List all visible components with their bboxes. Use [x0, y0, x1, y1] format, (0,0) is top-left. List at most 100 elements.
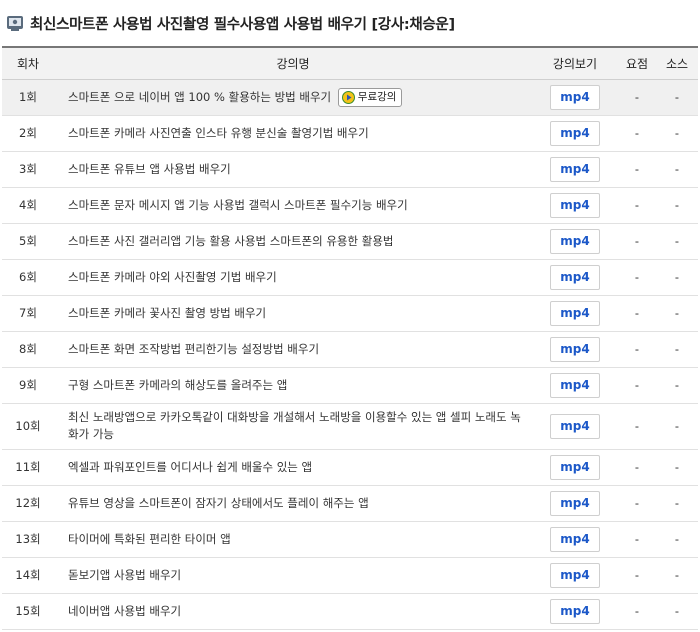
lecture-number: 2회	[2, 115, 54, 152]
view-cell: mp4	[532, 223, 618, 260]
column-header-no: 회차	[2, 46, 54, 80]
table-header-row: 회차 강의명 강의보기 요점 소스	[2, 46, 698, 80]
table-row: 13회 타이머에 특화된 편리한 타이머 앱 mp4 - -	[2, 521, 698, 558]
table-row: 11회 엑셀과 파워포인트를 어디서나 쉽게 배울수 있는 앱 mp4 - -	[2, 449, 698, 486]
mp4-button[interactable]: mp4	[550, 264, 600, 290]
lecture-table: 회차 강의명 강의보기 요점 소스 1회 스마트폰 으로 네이버 앱 100 %…	[2, 46, 698, 630]
play-icon	[341, 90, 355, 104]
source-cell: -	[656, 403, 698, 450]
view-cell: mp4	[532, 331, 618, 368]
mp4-button[interactable]: mp4	[550, 413, 600, 439]
lecture-number: 4회	[2, 187, 54, 224]
lecture-title[interactable]: 스마트폰 화면 조작방법 편리한기능 설정방법 배우기	[54, 331, 532, 368]
free-lecture-label: 무료강의	[357, 90, 397, 103]
lecture-title[interactable]: 유튜브 영상을 스마트폰이 잠자기 상태에서도 플레이 해주는 앱	[54, 485, 532, 522]
lecture-title[interactable]: 스마트폰 으로 네이버 앱 100 % 활용하는 방법 배우기	[68, 90, 331, 104]
mp4-button[interactable]: mp4	[550, 526, 600, 552]
summary-cell: -	[618, 593, 656, 630]
lecture-title[interactable]: 스마트폰 문자 메시지 앱 기능 사용법 갤럭시 스마트폰 필수기능 배우기	[54, 187, 532, 224]
table-row: 14회 돋보기앱 사용법 배우기 mp4 - -	[2, 557, 698, 594]
lecture-title[interactable]: 스마트폰 사진 갤러리앱 기능 활용 사용법 스마트폰의 유용한 활용법	[54, 223, 532, 260]
view-cell: mp4	[532, 79, 618, 116]
summary-cell: -	[618, 295, 656, 332]
source-cell: -	[656, 557, 698, 594]
column-header-view: 강의보기	[532, 46, 618, 80]
source-cell: -	[656, 449, 698, 486]
table-row: 12회 유튜브 영상을 스마트폰이 잠자기 상태에서도 플레이 해주는 앱 mp…	[2, 485, 698, 522]
mp4-button[interactable]: mp4	[550, 192, 600, 218]
source-cell: -	[656, 259, 698, 296]
summary-cell: -	[618, 367, 656, 404]
table-row: 8회 스마트폰 화면 조작방법 편리한기능 설정방법 배우기 mp4 - -	[2, 331, 698, 368]
mp4-button[interactable]: mp4	[550, 598, 600, 624]
lecture-number: 3회	[2, 151, 54, 188]
summary-cell: -	[618, 449, 656, 486]
view-cell: mp4	[532, 151, 618, 188]
summary-cell: -	[618, 485, 656, 522]
source-cell: -	[656, 151, 698, 188]
mp4-button[interactable]: mp4	[550, 84, 600, 110]
source-cell: -	[656, 331, 698, 368]
table-row: 2회 스마트폰 카메라 사진연출 인스타 유행 분신술 촬영기법 배우기 mp4…	[2, 115, 698, 152]
mp4-button[interactable]: mp4	[550, 156, 600, 182]
mp4-button[interactable]: mp4	[550, 490, 600, 516]
free-lecture-button[interactable]: 무료강의	[337, 87, 403, 107]
lecture-number: 12회	[2, 485, 54, 522]
mp4-button[interactable]: mp4	[550, 336, 600, 362]
table-row: 9회 구형 스마트폰 카메라의 해상도를 올려주는 앱 mp4 - -	[2, 367, 698, 404]
table-row: 7회 스마트폰 카메라 꽃사진 촬영 방법 배우기 mp4 - -	[2, 295, 698, 332]
view-cell: mp4	[532, 521, 618, 558]
lecture-number: 15회	[2, 593, 54, 630]
column-header-summary: 요점	[618, 46, 656, 80]
source-cell: -	[656, 521, 698, 558]
table-row: 10회 최신 노래방앱으로 카카오톡같이 대화방을 개설해서 노래방을 이용할수…	[2, 403, 698, 450]
mp4-button[interactable]: mp4	[550, 300, 600, 326]
view-cell: mp4	[532, 403, 618, 450]
view-cell: mp4	[532, 593, 618, 630]
lecture-title[interactable]: 돋보기앱 사용법 배우기	[54, 557, 532, 594]
lecture-title[interactable]: 스마트폰 카메라 사진연출 인스타 유행 분신술 촬영기법 배우기	[54, 115, 532, 152]
table-row: 3회 스마트폰 유튜브 앱 사용법 배우기 mp4 - -	[2, 151, 698, 188]
summary-cell: -	[618, 151, 656, 188]
column-header-title: 강의명	[54, 46, 532, 80]
summary-cell: -	[618, 223, 656, 260]
source-cell: -	[656, 295, 698, 332]
view-cell: mp4	[532, 259, 618, 296]
column-header-source: 소스	[656, 46, 698, 80]
source-cell: -	[656, 223, 698, 260]
lecture-title-cell: 스마트폰 으로 네이버 앱 100 % 활용하는 방법 배우기 무료강의	[54, 79, 532, 116]
summary-cell: -	[618, 187, 656, 224]
view-cell: mp4	[532, 449, 618, 486]
table-row: 4회 스마트폰 문자 메시지 앱 기능 사용법 갤럭시 스마트폰 필수기능 배우…	[2, 187, 698, 224]
lecture-title[interactable]: 네이버앱 사용법 배우기	[54, 593, 532, 630]
lecture-title[interactable]: 최신 노래방앱으로 카카오톡같이 대화방을 개설해서 노래방을 이용할수 있는 …	[54, 403, 532, 450]
lecture-number: 8회	[2, 331, 54, 368]
summary-cell: -	[618, 521, 656, 558]
lecture-title[interactable]: 스마트폰 유튜브 앱 사용법 배우기	[54, 151, 532, 188]
course-title: 최신스마트폰 사용법 사진촬영 필수사용앱 사용법 배우기 [강사:채승운]	[30, 16, 455, 33]
summary-cell: -	[618, 331, 656, 368]
mp4-button[interactable]: mp4	[550, 454, 600, 480]
lecture-title[interactable]: 구형 스마트폰 카메라의 해상도를 올려주는 앱	[54, 367, 532, 404]
view-cell: mp4	[532, 557, 618, 594]
table-row: 1회 스마트폰 으로 네이버 앱 100 % 활용하는 방법 배우기 무료강의 …	[2, 79, 698, 116]
source-cell: -	[656, 187, 698, 224]
lecture-number: 5회	[2, 223, 54, 260]
lecture-title[interactable]: 스마트폰 카메라 꽃사진 촬영 방법 배우기	[54, 295, 532, 332]
view-cell: mp4	[532, 187, 618, 224]
lecture-number: 9회	[2, 367, 54, 404]
mp4-button[interactable]: mp4	[550, 228, 600, 254]
lecture-title[interactable]: 스마트폰 카메라 야외 사진촬영 기법 배우기	[54, 259, 532, 296]
course-title-bar: 최신스마트폰 사용법 사진촬영 필수사용앱 사용법 배우기 [강사:채승운]	[0, 0, 700, 46]
source-cell: -	[656, 485, 698, 522]
summary-cell: -	[618, 115, 656, 152]
source-cell: -	[656, 79, 698, 116]
summary-cell: -	[618, 259, 656, 296]
view-cell: mp4	[532, 115, 618, 152]
mp4-button[interactable]: mp4	[550, 372, 600, 398]
lecture-title[interactable]: 타이머에 특화된 편리한 타이머 앱	[54, 521, 532, 558]
mp4-button[interactable]: mp4	[550, 562, 600, 588]
summary-cell: -	[618, 79, 656, 116]
lecture-title[interactable]: 엑셀과 파워포인트를 어디서나 쉽게 배울수 있는 앱	[54, 449, 532, 486]
mp4-button[interactable]: mp4	[550, 120, 600, 146]
